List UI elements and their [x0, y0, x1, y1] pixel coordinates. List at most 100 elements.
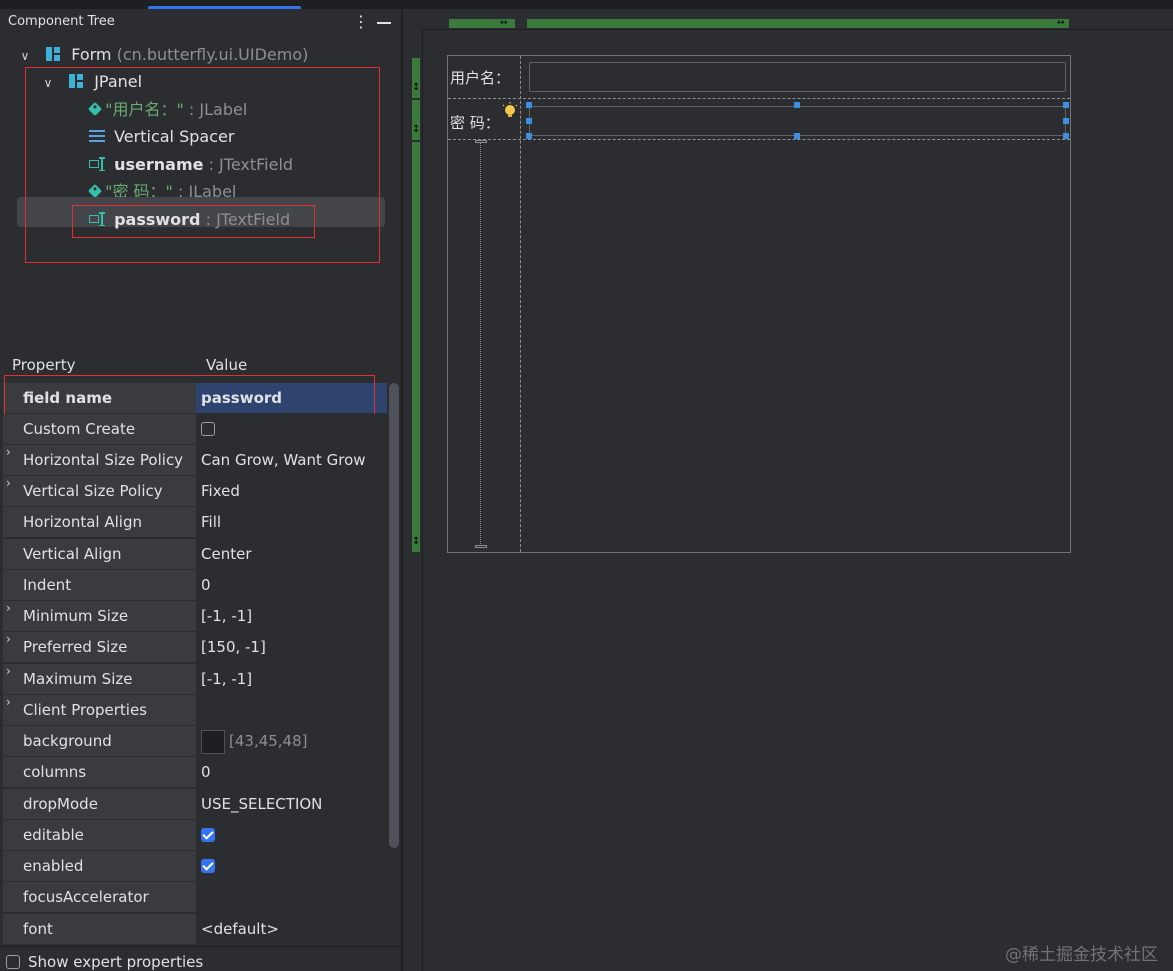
resize-v-icon[interactable]: ↕	[412, 82, 420, 93]
prop-row-client-properties[interactable]: › Client Properties	[3, 695, 387, 726]
prop-value[interactable]	[196, 882, 387, 912]
properties-scrollbar[interactable]	[389, 383, 399, 848]
prop-value[interactable]: Can Grow, Want Grow	[196, 445, 387, 475]
form-name: Form	[71, 45, 112, 64]
resize-handle[interactable]	[794, 133, 800, 139]
resize-handle[interactable]	[526, 118, 532, 124]
form-icon	[46, 47, 61, 61]
prop-value[interactable]	[196, 851, 387, 881]
vertical-spacer[interactable]	[480, 142, 481, 548]
property-header: Property	[12, 356, 76, 374]
prop-value[interactable]: 0	[196, 757, 387, 787]
prop-value[interactable]: [43,45,48]	[196, 726, 387, 756]
prop-row-background[interactable]: background [43,45,48]	[3, 726, 387, 757]
prop-value[interactable]: [-1, -1]	[196, 601, 387, 631]
prop-name: Maximum Size	[23, 670, 133, 688]
spacer-top-handle[interactable]	[475, 140, 487, 143]
form-class: (cn.butterfly.ui.UIDemo)	[116, 45, 309, 64]
enabled-checkbox[interactable]	[201, 859, 215, 873]
prop-name: font	[23, 920, 53, 938]
prop-row-vertical-size-policy[interactable]: › Vertical Size Policy Fixed	[3, 476, 387, 507]
grid-row-line	[448, 98, 1070, 99]
prop-name: Client Properties	[23, 701, 147, 719]
prop-name: Preferred Size	[23, 638, 128, 656]
resize-h-icon[interactable]: ↔	[1057, 19, 1065, 28]
custom-create-checkbox[interactable]	[201, 422, 215, 436]
prop-name: editable	[23, 826, 84, 844]
column-ruler-2[interactable]	[527, 19, 1069, 28]
prop-name: Minimum Size	[23, 607, 129, 625]
resize-handle[interactable]	[1063, 118, 1069, 124]
divider	[0, 946, 401, 947]
more-options-icon[interactable]: ⋮	[353, 12, 369, 31]
highlight-box-field-name	[4, 375, 375, 416]
prop-name: Custom Create	[23, 420, 136, 438]
show-expert-checkbox[interactable]	[6, 955, 20, 969]
prop-value[interactable]	[196, 414, 387, 444]
prop-name: Vertical Align	[23, 545, 122, 563]
prop-value[interactable]: 0	[196, 570, 387, 600]
row-ruler-3[interactable]	[412, 142, 420, 552]
prop-value[interactable]: USE_SELECTION	[196, 789, 387, 819]
grid-row-line	[448, 139, 1070, 140]
password-text-field[interactable]	[529, 106, 1066, 136]
resize-handle[interactable]	[1063, 102, 1069, 108]
prop-row-vertical-align[interactable]: Vertical Align Center	[3, 539, 387, 570]
resize-handle[interactable]	[526, 133, 532, 139]
prop-row-font[interactable]: font <default>	[3, 914, 387, 945]
resize-handle[interactable]	[526, 102, 532, 108]
prop-name: dropMode	[23, 795, 98, 813]
prop-name: focusAccelerator	[23, 888, 149, 906]
resize-v-icon[interactable]: ↕	[412, 536, 420, 547]
prop-value[interactable]	[196, 695, 387, 725]
component-tree-title: Component Tree	[8, 14, 115, 29]
password-label[interactable]: 密 码：	[450, 112, 500, 133]
username-text-field[interactable]	[529, 62, 1066, 92]
prop-row-enabled[interactable]: enabled	[3, 851, 387, 882]
prop-row-drop-mode[interactable]: dropMode USE_SELECTION	[3, 789, 387, 820]
prop-row-minimum-size[interactable]: › Minimum Size [-1, -1]	[3, 601, 387, 632]
prop-value[interactable]: [150, -1]	[196, 632, 387, 662]
tree-node-form[interactable]: ∨ Form (cn.butterfly.ui.UIDemo)	[19, 41, 309, 70]
prop-row-preferred-size[interactable]: › Preferred Size [150, -1]	[3, 632, 387, 663]
prop-row-focus-accelerator[interactable]: focusAccelerator	[3, 882, 387, 913]
prop-row-editable[interactable]: editable	[3, 820, 387, 851]
watermark: @稀土掘金技术社区	[1005, 945, 1158, 965]
value-header: Value	[206, 356, 248, 374]
resize-handle[interactable]	[1063, 133, 1069, 139]
prop-value[interactable]: Fixed	[196, 476, 387, 506]
show-expert-properties[interactable]: Show expert properties	[6, 953, 203, 971]
editable-checkbox[interactable]	[201, 828, 215, 842]
color-swatch[interactable]	[201, 729, 225, 754]
chevron-down-icon[interactable]: ∨	[19, 43, 31, 70]
grid-column-line	[520, 56, 521, 552]
background-color-value: [43,45,48]	[229, 732, 308, 750]
prop-value[interactable]: Fill	[196, 507, 387, 537]
prop-name: Vertical Size Policy	[23, 482, 163, 500]
prop-row-horizontal-align[interactable]: Horizontal Align Fill	[3, 507, 387, 538]
resize-v-icon[interactable]: ↕	[412, 124, 420, 135]
prop-value[interactable]: <default>	[196, 914, 387, 944]
highlight-box-password	[72, 205, 315, 238]
prop-name: Horizontal Align	[23, 513, 142, 531]
prop-row-indent[interactable]: Indent 0	[3, 570, 387, 601]
prop-row-custom-create[interactable]: Custom Create	[3, 414, 387, 445]
prop-value[interactable]	[196, 820, 387, 850]
resize-h-icon[interactable]: ↔	[500, 19, 508, 28]
prop-row-columns[interactable]: columns 0	[3, 757, 387, 788]
show-expert-label: Show expert properties	[28, 953, 204, 971]
spacer-bottom-handle[interactable]	[475, 545, 487, 548]
prop-value[interactable]: [-1, -1]	[196, 664, 387, 694]
username-label[interactable]: 用户名：	[450, 67, 510, 88]
prop-name: Indent	[23, 576, 72, 594]
prop-row-horizontal-size-policy[interactable]: › Horizontal Size Policy Can Grow, Want …	[3, 445, 387, 476]
prop-value[interactable]: Center	[196, 539, 387, 569]
prop-name: enabled	[23, 857, 84, 875]
prop-name: columns	[23, 763, 87, 781]
intention-bulb-icon[interactable]	[501, 102, 519, 120]
top-tab-strip	[0, 0, 1173, 10]
minimize-icon[interactable]	[377, 22, 391, 24]
prop-row-maximum-size[interactable]: › Maximum Size [-1, -1]	[3, 664, 387, 695]
prop-name: Horizontal Size Policy	[23, 451, 184, 469]
resize-handle[interactable]	[794, 102, 800, 108]
